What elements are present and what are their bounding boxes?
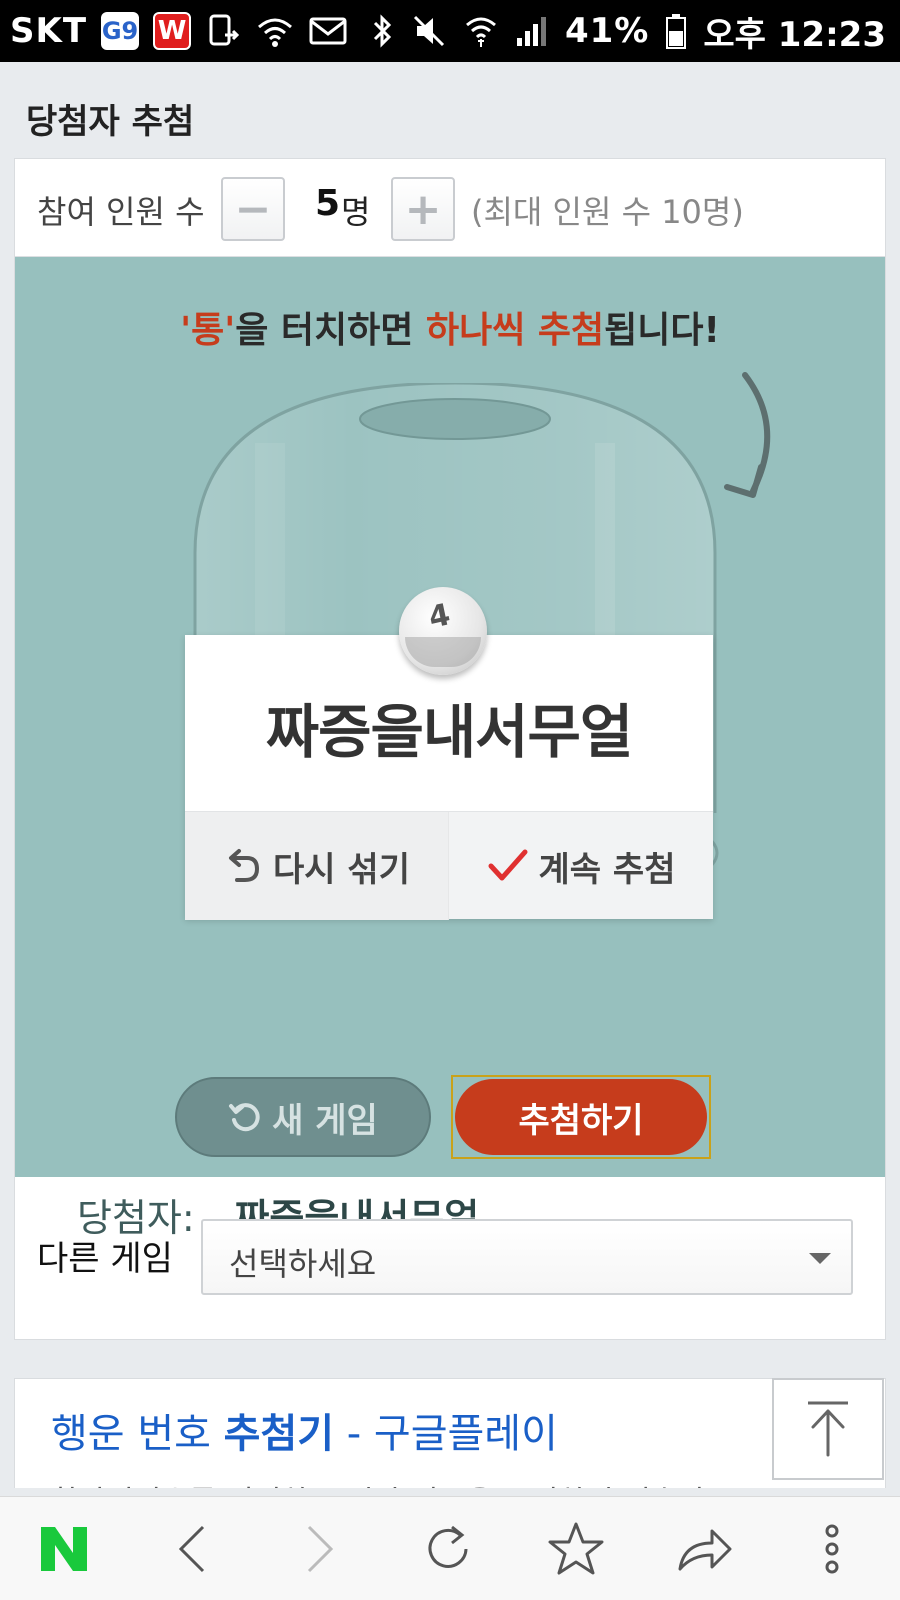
back-icon: [178, 1525, 205, 1572]
more-icon: [825, 1524, 839, 1573]
naver-home-button[interactable]: [0, 1497, 128, 1600]
g9-app-icon: G9: [101, 12, 140, 50]
refresh-button[interactable]: [384, 1497, 512, 1600]
signal-icon: [516, 17, 546, 46]
refresh-icon: [428, 1525, 468, 1568]
screen-cast-icon: [209, 14, 240, 46]
mail-icon: [309, 17, 347, 45]
more-button[interactable]: [768, 1497, 896, 1600]
instruction-part-3: 하나씩 추첨: [425, 310, 605, 351]
check-icon: [488, 849, 528, 881]
w-app-icon: W: [153, 12, 192, 50]
continue-draw-label: 계속 추첨: [538, 849, 676, 890]
search-result-snippet: 참가인원수를 입력하고 시작 버튼을 클릭하면 번호가: [51, 1477, 706, 1488]
result-title-part-3: - 구글플레이: [334, 1411, 558, 1457]
popup-actions: 다시 섞기 계속 추첨: [185, 811, 713, 920]
instruction-text: '통'을 터치하면 하나씩 추첨됩니다!: [15, 301, 885, 353]
mute-icon: [413, 15, 445, 47]
winner-popup: 짜증을내서무얼 다시 섞기 계속 추첨: [185, 635, 713, 920]
other-game-label: 다른 게임: [37, 1239, 173, 1279]
page-title: 당첨자 추첨: [26, 102, 195, 142]
search-result-title[interactable]: 행운 번호 추첨기 - 구글플레이: [51, 1401, 558, 1459]
participant-count-label: 참여 인원 수: [37, 193, 205, 231]
max-participants-note: (최대 인원 수 10명): [471, 193, 744, 231]
ball-number: 4: [425, 597, 454, 636]
share-icon: [678, 1529, 732, 1570]
wifi-data-icon: [466, 17, 496, 47]
reshuffle-label: 다시 섞기: [273, 849, 410, 890]
restart-icon: [229, 1103, 260, 1132]
wifi-icon: [258, 18, 293, 47]
winner-name: 짜증을내서무얼: [265, 698, 634, 766]
carrier-label: SKT: [10, 11, 88, 51]
other-game-select-value: 선택하세요: [229, 1245, 377, 1283]
battery-icon: [666, 14, 687, 49]
chevron-down-icon: [809, 1253, 831, 1264]
result-title-part-1: 행운 번호: [51, 1411, 224, 1457]
status-bar: SKT G9 W 41% 오후 12:23: [0, 0, 900, 62]
instruction-part-4: 됩니다!: [604, 310, 720, 351]
participant-count-value: 5: [315, 183, 341, 224]
new-game-label: 새 게임: [272, 1100, 378, 1141]
share-button[interactable]: [640, 1497, 768, 1600]
reshuffle-button[interactable]: 다시 섞기: [185, 812, 449, 920]
instruction-part-2: 을 터치하면: [235, 310, 426, 351]
continue-draw-button[interactable]: 계속 추첨: [449, 812, 713, 920]
battery-percent: 41%: [564, 11, 650, 51]
bluetooth-icon: [373, 14, 392, 48]
back-button[interactable]: [128, 1497, 256, 1600]
search-result-item[interactable]: 행운 번호 추첨기 - 구글플레이 참가인원수를 입력하고 시작 버튼을 클릭하…: [14, 1378, 886, 1488]
scroll-to-top-button[interactable]: [772, 1378, 884, 1480]
bookmark-button[interactable]: [512, 1497, 640, 1600]
draw-stage: '통'을 터치하면 하나씩 추첨됩니다! 짜증을내서무얼 다시 섞기 계속 추첨…: [15, 257, 885, 1240]
result-title-part-2: 추첨기: [223, 1411, 335, 1457]
other-game-row: 다른 게임 선택하세요: [15, 1179, 885, 1339]
forward-button[interactable]: [256, 1497, 384, 1600]
undo-icon: [229, 849, 260, 882]
naver-icon: [41, 1526, 87, 1571]
instruction-part-1: '통': [180, 310, 236, 351]
draw-button[interactable]: 추첨하기: [451, 1075, 711, 1159]
lottery-ball: 4: [399, 587, 487, 675]
browser-bottom-nav: [0, 1496, 900, 1600]
clock: 오후 12:23: [703, 14, 886, 55]
forward-icon: [307, 1525, 334, 1572]
draw-button-label: 추첨하기: [455, 1079, 707, 1155]
participant-count-unit: 명: [341, 193, 371, 231]
participant-count-row: 참여 인원 수 − 5 명 + (최대 인원 수 10명): [15, 159, 885, 257]
decrease-button[interactable]: −: [221, 177, 285, 241]
bookmark-star-icon: [548, 1522, 604, 1574]
arrow-up-icon: [808, 1401, 848, 1457]
increase-button[interactable]: +: [391, 177, 455, 241]
other-game-select[interactable]: 선택하세요: [201, 1219, 853, 1295]
new-game-button[interactable]: 새 게임: [175, 1077, 431, 1157]
lottery-card: 참여 인원 수 − 5 명 + (최대 인원 수 10명) '통'을 터치하면 …: [14, 158, 886, 1340]
